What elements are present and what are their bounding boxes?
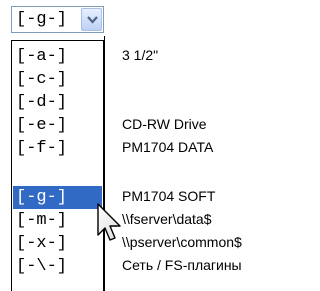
drive-item-f[interactable]: [-f-] [13,137,102,160]
drive-label-g: PM1704 SOFT [122,188,216,204]
drive-combo-dropdown-button[interactable] [81,8,102,31]
drive-list[interactable]: [-a-] [-c-] [-d-] [-e-] [-f-] [-g-] [-m-… [11,40,104,291]
drive-label-a: 3 1/2" [122,47,159,63]
drive-item-m[interactable]: [-m-] [13,209,102,232]
drive-item-e[interactable]: [-e-] [13,114,102,137]
drive-label-x: \\pserver\common$ [122,234,242,250]
drive-combo[interactable]: [-g-] [11,6,104,33]
chevron-down-icon [87,16,98,24]
drive-label-network: Сеть / FS-плагины [122,257,242,273]
drive-item-g-selected[interactable]: [-g-] [13,186,102,209]
drive-label-f: PM1704 DATA [122,139,214,155]
drive-item-d[interactable]: [-d-] [13,91,102,114]
drive-item-c[interactable]: [-c-] [13,68,102,91]
mouse-pointer-icon [97,203,121,241]
drive-combo-value: [-g-] [16,10,68,29]
drive-item-a[interactable]: [-a-] [13,45,102,68]
drive-label-e: CD-RW Drive [122,116,207,132]
drive-item-network[interactable]: [-\-] [13,255,102,278]
column-divider [104,36,105,291]
drive-item-x[interactable]: [-x-] [13,232,102,255]
drive-label-m: \\fserver\data$ [122,211,212,227]
